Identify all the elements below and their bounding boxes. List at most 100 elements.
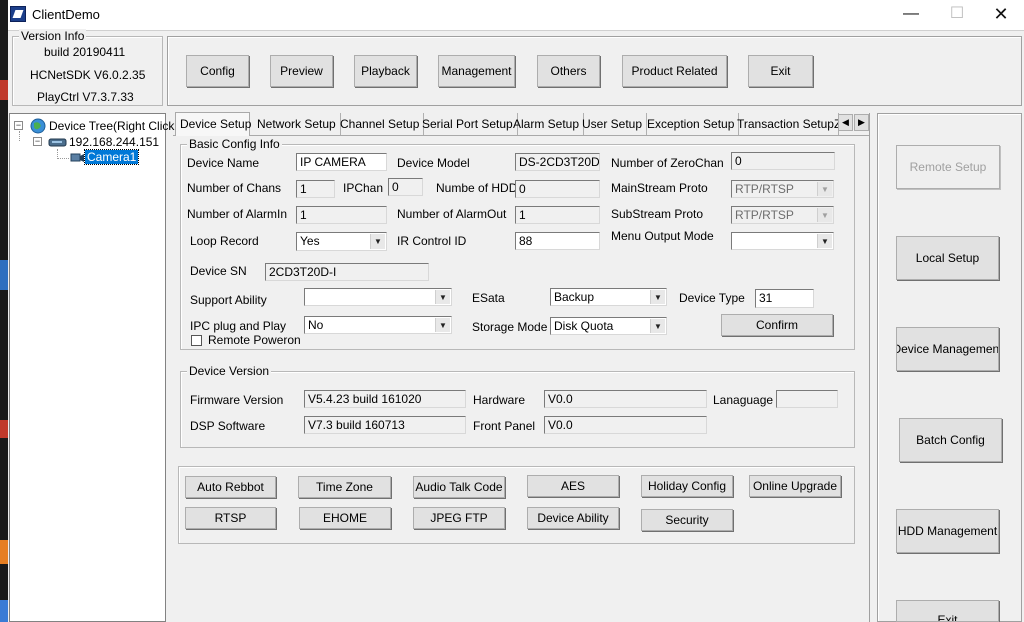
esata-select[interactable]: Backup ▼ <box>550 288 667 306</box>
dsp-field[interactable]: V7.3 build 160713 <box>304 416 466 434</box>
language-label: Lanaguage <box>713 393 774 407</box>
device-ability-button[interactable]: Device Ability <box>527 507 619 529</box>
time-zone-button[interactable]: Time Zone <box>298 476 391 498</box>
device-icon <box>48 136 68 148</box>
collapse-icon[interactable]: − <box>14 121 23 130</box>
hdd-management-button[interactable]: HDD Management <box>896 509 999 553</box>
auto-reboot-button[interactable]: Auto Rebbot <box>185 476 276 498</box>
tab-scroll-left-icon[interactable]: ◀ <box>838 114 853 131</box>
maximize-icon[interactable]: ☐ <box>934 0 980 30</box>
security-button[interactable]: Security <box>641 509 733 531</box>
batch-config-button[interactable]: Batch Config <box>899 418 1002 462</box>
zerochan-label: Number of ZeroChan <box>611 156 724 170</box>
ipchan-field[interactable]: 0 <box>388 178 423 196</box>
zerochan-field[interactable]: 0 <box>731 152 835 170</box>
close-icon[interactable]: ✕ <box>978 0 1024 30</box>
audio-talk-code-button[interactable]: Audio Talk Code <box>413 476 505 498</box>
menu-output-label: Menu Output Mode <box>611 229 714 243</box>
build-label: build 20190411 <box>44 45 126 59</box>
front-panel-field[interactable]: V0.0 <box>544 416 707 434</box>
tab-network-setup[interactable]: Network Setup <box>253 113 341 135</box>
ircontrol-field[interactable]: 88 <box>515 232 600 250</box>
chevron-down-icon: ▼ <box>435 290 450 304</box>
device-model-field[interactable]: DS-2CD3T20D-I <box>515 153 600 171</box>
device-sn-field[interactable]: 2CD3T20D-I <box>265 263 429 281</box>
chans-field[interactable]: 1 <box>296 180 335 198</box>
tab-device-setup[interactable]: Device Setup <box>175 112 251 136</box>
window-title: ClientDemo <box>32 7 100 22</box>
tab-serial-port-setup[interactable]: Serial Port Setup <box>418 113 518 135</box>
support-ability-label: Support Ability <box>190 293 267 307</box>
tab-alarm-setup[interactable]: Alarm Setup <box>509 113 585 135</box>
management-button[interactable]: Management <box>438 55 515 87</box>
local-setup-button[interactable]: Local Setup <box>896 236 999 280</box>
app-icon <box>10 6 26 22</box>
tab-user-setup[interactable]: User Setup <box>578 113 648 135</box>
minimize-icon[interactable]: — <box>888 0 934 30</box>
aes-button[interactable]: AES <box>527 475 619 497</box>
hardware-label: Hardware <box>473 393 526 407</box>
support-ability-select[interactable]: ▼ <box>304 288 452 306</box>
hdd-field[interactable]: 0 <box>515 180 600 198</box>
ircontrol-label: IR Control ID <box>397 234 467 248</box>
preview-button[interactable]: Preview <box>270 55 333 87</box>
tree-root-label[interactable]: Device Tree(Right Click t <box>49 119 181 133</box>
device-model-label: Device Model <box>397 156 470 170</box>
alarmout-field[interactable]: 1 <box>515 206 600 224</box>
mainstream-label: MainStream Proto <box>611 181 708 195</box>
hardware-field[interactable]: V0.0 <box>544 390 707 408</box>
ipc-plug-select[interactable]: No ▼ <box>304 316 452 334</box>
device-type-field[interactable]: 31 <box>755 289 814 308</box>
version-info-group: Version Info build 20190411 HCNetSDK V6.… <box>12 29 163 106</box>
online-upgrade-button[interactable]: Online Upgrade <box>749 475 841 497</box>
tab-exception-setup[interactable]: Exception Setup <box>643 113 740 135</box>
loop-record-select[interactable]: Yes ▼ <box>296 232 387 251</box>
loop-record-label: Loop Record <box>190 234 259 248</box>
camera-node-label[interactable]: Camera1 <box>83 149 140 165</box>
tab-channel-setup[interactable]: Channel Setup <box>336 113 425 135</box>
exit-toolbar-button[interactable]: Exit <box>748 55 813 87</box>
firmware-field[interactable]: V5.4.23 build 161020 <box>304 390 466 408</box>
esata-label: ESata <box>472 291 505 305</box>
alarmout-label: Number of AlarmOut <box>397 207 507 221</box>
storage-mode-select[interactable]: Disk Quota ▼ <box>550 317 667 335</box>
globe-icon <box>30 118 46 134</box>
device-node-label[interactable]: 192.168.244.151 <box>69 135 159 149</box>
hdd-label: Numbe of HDD <box>436 181 518 195</box>
basic-config-legend: Basic Config Info <box>187 137 282 151</box>
chevron-down-icon: ▼ <box>817 182 832 196</box>
device-tree[interactable]: − Device Tree(Right Click t − 192.168.24… <box>9 113 181 622</box>
device-name-field[interactable]: IP CAMERA <box>296 153 387 171</box>
chans-label: Number of Chans <box>187 181 282 195</box>
front-panel-label: Front Panel <box>473 419 536 433</box>
product-related-button[interactable]: Product Related <box>622 55 727 87</box>
storage-mode-label: Storage Mode <box>472 320 548 334</box>
desktop-edge <box>0 0 8 622</box>
ehome-button[interactable]: EHOME <box>299 507 391 529</box>
ipc-plug-label: IPC plug and Play <box>190 319 287 333</box>
substream-select[interactable]: RTP/RTSP ▼ <box>731 206 834 224</box>
device-management-button[interactable]: Device Management <box>896 327 999 371</box>
remote-setup-button[interactable]: Remote Setup <box>896 145 1000 189</box>
firmware-label: Firmware Version <box>190 393 284 407</box>
mainstream-select[interactable]: RTP/RTSP ▼ <box>731 180 834 198</box>
title-bar: ClientDemo — ☐ ✕ <box>8 0 1024 30</box>
alarmin-label: Number of AlarmIn <box>187 207 288 221</box>
remote-poweron-checkbox[interactable] <box>191 335 202 346</box>
rtsp-button[interactable]: RTSP <box>185 507 276 529</box>
playback-button[interactable]: Playback <box>354 55 417 87</box>
tab-transaction-setup[interactable]: Transaction Setup <box>733 113 839 135</box>
confirm-button[interactable]: Confirm <box>721 314 833 336</box>
collapse-icon[interactable]: − <box>33 137 42 146</box>
others-button[interactable]: Others <box>537 55 600 87</box>
language-field[interactable] <box>776 390 838 408</box>
jpeg-ftp-button[interactable]: JPEG FTP <box>413 507 505 529</box>
tab-scroll-right-icon[interactable]: ▶ <box>854 114 869 131</box>
device-type-label: Device Type <box>679 291 745 305</box>
alarmin-field[interactable]: 1 <box>296 206 387 224</box>
exit-button[interactable]: Exit <box>896 600 999 622</box>
camera-icon <box>69 151 85 165</box>
holiday-config-button[interactable]: Holiday Config <box>641 475 733 497</box>
menu-output-select[interactable]: ▼ <box>731 232 834 250</box>
config-button[interactable]: Config <box>186 55 249 87</box>
